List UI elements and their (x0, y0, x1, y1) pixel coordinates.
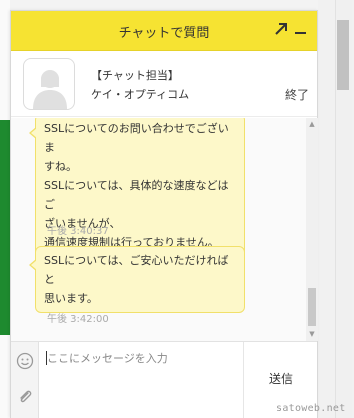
chat-title: チャットで質問 (118, 26, 210, 41)
message-list[interactable]: SSLについてのお問い合わせでございま すね。 SSLについては、具体的な速度な… (11, 118, 306, 341)
chat-header: チャットで質問 (11, 11, 317, 51)
person-silhouette-icon (33, 70, 67, 109)
background-page-graphic (0, 120, 10, 335)
end-chat-button[interactable]: 終了 (285, 86, 309, 103)
paperclip-icon[interactable] (16, 388, 34, 406)
message-text: SSLについては、ご安心いただければと 思います。 (44, 254, 229, 305)
chat-widget: チャットで質問 【チャット担当】 ケイ・オプティコム 終了 SSLについてのお問… (10, 10, 318, 418)
minimize-icon[interactable] (293, 21, 309, 37)
chat-scrollbar-thumb[interactable] (308, 288, 316, 326)
message-bubble: SSLについては、ご安心いただければと 思います。 (29, 246, 245, 313)
agent-role: 【チャット担当】 (91, 69, 179, 82)
message-composer: 送信 (11, 341, 317, 418)
message-input[interactable] (47, 350, 237, 410)
message-timestamp: 午後 3:42:00 (47, 314, 109, 325)
watermark: satoweb.net (276, 403, 346, 414)
scroll-down-arrow-icon[interactable]: ▼ (308, 330, 316, 338)
chat-scrollbar[interactable]: ▲ ▼ (306, 118, 318, 341)
page-scrollbar-thumb[interactable] (337, 20, 349, 90)
emoji-icon[interactable] (16, 352, 34, 370)
message-timestamp: 午後 3:40:37 (47, 226, 109, 237)
scroll-up-arrow-icon[interactable]: ▲ (308, 120, 316, 128)
composer-tools (11, 342, 39, 418)
agent-name: ケイ・オプティコム (91, 88, 190, 101)
expand-arrow-icon[interactable] (273, 21, 289, 37)
avatar (23, 58, 75, 110)
send-button[interactable]: 送信 (244, 370, 318, 387)
agent-panel: 【チャット担当】 ケイ・オプティコム 終了 (11, 51, 317, 117)
